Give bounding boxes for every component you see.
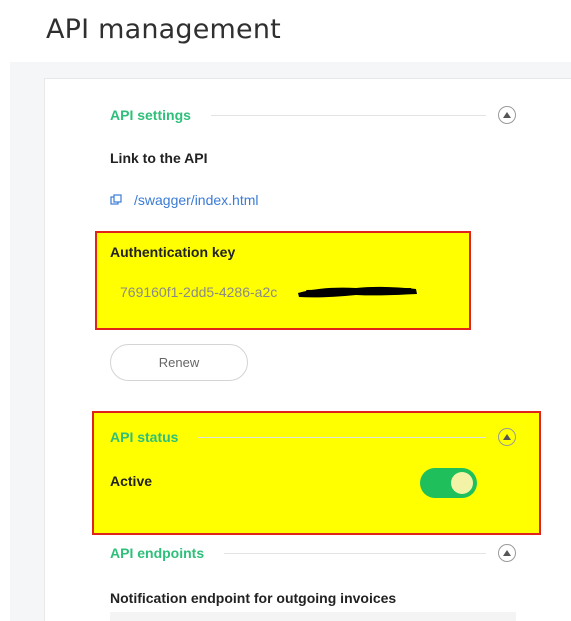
section-divider xyxy=(210,114,486,116)
section-title-api-settings: API settings xyxy=(110,107,191,123)
toggle-knob xyxy=(451,472,473,494)
section-title-api-status: API status xyxy=(110,429,179,445)
auth-key-value: 769160f1-2dd5-4286-a2c xyxy=(120,284,278,300)
auth-key-label: Authentication key xyxy=(110,244,236,260)
collapse-api-endpoints-button[interactable] xyxy=(498,544,516,562)
chevron-up-icon xyxy=(503,112,511,118)
swagger-link[interactable]: /swagger/index.html xyxy=(134,192,259,208)
notification-endpoint-label: Notification endpoint for outgoing invoi… xyxy=(110,590,397,606)
section-divider xyxy=(224,552,486,554)
redaction-mark xyxy=(298,286,417,298)
api-status-header: API status xyxy=(110,426,516,448)
api-settings-header: API settings xyxy=(110,104,516,126)
collapse-api-settings-button[interactable] xyxy=(498,106,516,124)
api-active-toggle[interactable] xyxy=(420,468,477,498)
copy-icon[interactable] xyxy=(110,194,122,206)
collapse-api-status-button[interactable] xyxy=(498,428,516,446)
active-label: Active xyxy=(110,473,153,489)
chevron-up-icon xyxy=(503,434,511,440)
section-divider xyxy=(198,436,486,438)
renew-button[interactable]: Renew xyxy=(110,344,248,381)
chevron-up-icon xyxy=(503,550,511,556)
notification-endpoint-input[interactable] xyxy=(110,612,516,621)
page-title: API management xyxy=(46,14,281,45)
section-title-api-endpoints: API endpoints xyxy=(110,545,205,561)
swagger-link-row[interactable]: /swagger/index.html xyxy=(110,190,259,210)
link-to-api-label: Link to the API xyxy=(110,150,208,166)
api-endpoints-header: API endpoints xyxy=(110,542,516,564)
